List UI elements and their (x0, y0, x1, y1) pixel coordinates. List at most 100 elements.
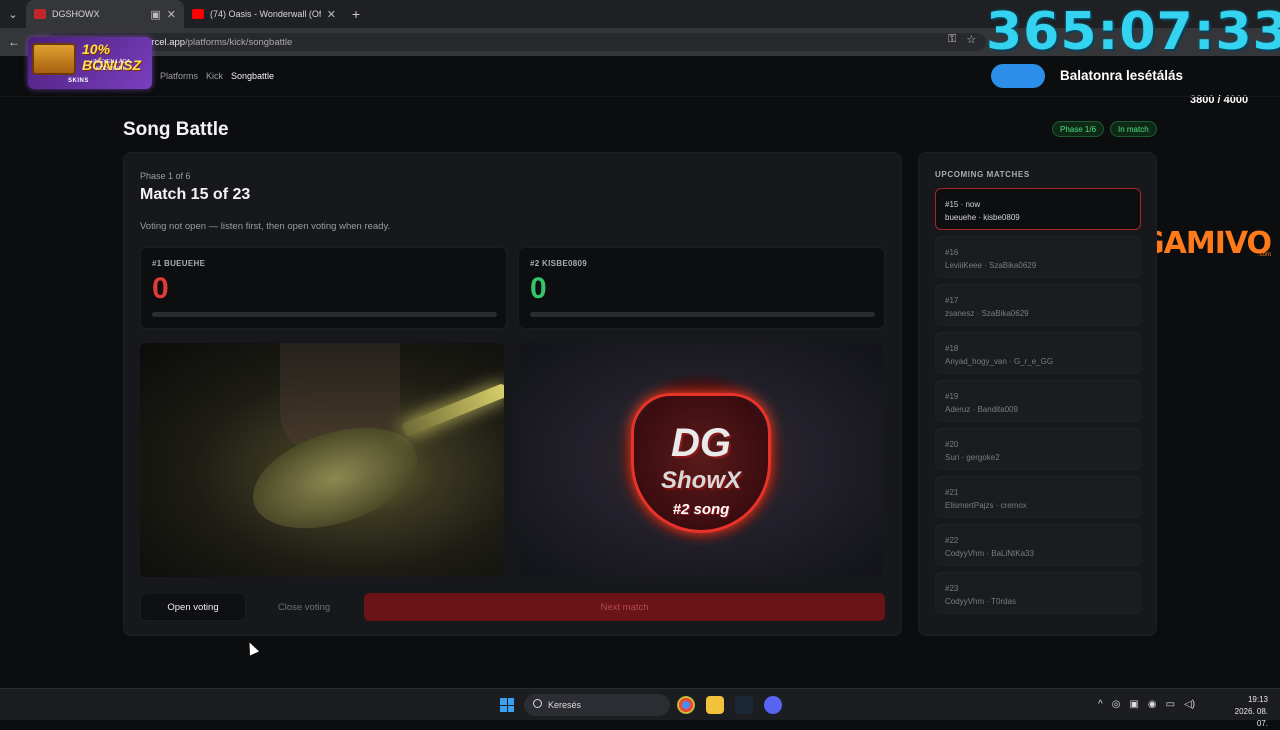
promo-banner: 10% BÓNUSZ +INGYEN LÁDA KÓD: SURI SKINS (28, 37, 152, 89)
match-pair: bueuehe · kisbe0809 (945, 213, 1020, 222)
breadcrumb-songbattle: Songbattle (231, 71, 275, 81)
match-number: #22 (945, 536, 959, 545)
match-pair: ElismertPajzs · cremox (945, 501, 1027, 510)
tab-oasis[interactable]: (74) Oasis - Wonderwall (Officia ✕ (184, 0, 344, 28)
sponsor-logo: GAMIVO (1140, 226, 1272, 261)
contestant-1-card: #1 BUEUEHE 0 (140, 247, 507, 329)
tab-title: (74) Oasis - Wonderwall (Officia (210, 9, 321, 19)
upcoming-match-item[interactable]: #20 Suri · gergoke2 (935, 428, 1141, 470)
breadcrumb-kick[interactable]: Kick (206, 71, 223, 81)
logo-sub-text: #2 song (672, 501, 730, 518)
match-pair: CodyyVhm · BaLiNtKa33 (945, 549, 1034, 558)
tab-dgshowx[interactable]: DGSHOWX ▣ ✕ (26, 0, 184, 28)
tab-search-chevron-icon[interactable]: ⌄ (0, 0, 26, 28)
match-number: #17 (945, 296, 959, 305)
new-tab-button[interactable]: + (344, 6, 368, 22)
mouse-cursor-icon (244, 640, 260, 656)
sponsor-logo-sub: .com (1258, 252, 1272, 258)
promo-subtext: +INGYEN LÁDA KÓD: SURI (90, 59, 131, 72)
key-icon[interactable]: ⚿ (948, 33, 956, 46)
upcoming-match-item[interactable]: #22 CodyyVhm · BaLiNtKa33 (935, 524, 1141, 566)
tab-title: DGSHOWX (52, 9, 100, 19)
upcoming-match-item[interactable]: #23 CodyyVhm · T0rdas (935, 572, 1141, 614)
match-title: Match 15 of 23 (140, 186, 251, 203)
taskbar-search[interactable]: Keresés (524, 694, 670, 716)
match-number: #16 (945, 248, 959, 257)
upcoming-match-item[interactable]: #18 Anyad_hogy_van · G_r_e_GG (935, 332, 1141, 374)
url-path: /platforms/kick/songbattle (185, 36, 293, 48)
treasure-chest-icon (32, 43, 76, 75)
back-arrow-icon[interactable]: ← (8, 35, 26, 49)
upcoming-matches-panel: UPCOMING MATCHES #15 · now bueuehe · kis… (918, 152, 1157, 636)
taskbar-clock[interactable]: 19:13 2026. 08. 07. (1222, 694, 1268, 730)
windows-taskbar: Keresés ^ ◎ ▣ ◉ ▭ ◁) 19:13 2026. 08. 07. (0, 688, 1280, 728)
open-voting-button[interactable]: Open voting (140, 593, 246, 621)
guitar-neck-image (401, 382, 504, 438)
header-divider (0, 96, 1280, 97)
match-number: #20 (945, 440, 959, 449)
upcoming-match-item[interactable]: #15 · now bueuehe · kisbe0809 (935, 188, 1141, 230)
match-pair: CodyyVhm · T0rdas (945, 597, 1016, 606)
network-icon[interactable]: ▭ (1166, 699, 1175, 710)
system-tray: ^ ◎ ▣ ◉ ▭ ◁) (1098, 699, 1195, 710)
contestant-1-score: 0 (152, 272, 169, 305)
contestant-1-video[interactable] (140, 343, 504, 577)
tray-steam-icon[interactable]: ◎ (1112, 699, 1121, 710)
contestant-2-video[interactable]: DG ShowX #2 song (519, 343, 883, 577)
youtube-favicon-icon (192, 9, 204, 19)
discord-taskbar-icon[interactable] (764, 696, 782, 714)
file-explorer-icon[interactable] (706, 696, 724, 714)
page-title: Song Battle (123, 119, 229, 140)
match-pair: Aderuz · Bandita009 (945, 405, 1018, 414)
match-number: #19 (945, 392, 959, 401)
match-pair: LeviiiKeee · SzaBika0629 (945, 261, 1037, 270)
match-number: #21 (945, 488, 959, 497)
voting-status-note: Voting not open — listen first, then ope… (140, 221, 391, 232)
dgshowx-logo: DG ShowX #2 song (619, 373, 783, 543)
contestant-2-vote-bar (530, 312, 875, 317)
contestant-1-vote-bar (152, 312, 497, 317)
breadcrumb: Platforms Kick Songbattle (160, 71, 274, 81)
match-number: #18 (945, 344, 959, 353)
logo-dg-text: DG (671, 421, 731, 465)
tab-media-icon[interactable]: ▣ (150, 8, 160, 21)
close-voting-button[interactable]: Close voting (251, 593, 357, 621)
close-tab-icon[interactable]: ✕ (327, 8, 336, 21)
match-pair: zsanesz · SzaBika0629 (945, 309, 1029, 318)
tray-discord-icon[interactable]: ◉ (1148, 699, 1157, 710)
stream-timer: 365:07:33 (986, 2, 1280, 62)
windows-start-icon[interactable] (500, 698, 514, 712)
upcoming-match-item[interactable]: #21 ElismertPajzs · cremox (935, 476, 1141, 518)
volume-icon[interactable]: ◁) (1184, 699, 1195, 710)
steam-taskbar-icon[interactable] (735, 696, 753, 714)
phase-badge: Phase 1/6 (1052, 121, 1105, 137)
match-number: #15 · now (945, 200, 981, 209)
contestant-2-score: 0 (530, 272, 547, 305)
tray-app-icon[interactable]: ▣ (1129, 699, 1138, 710)
taskbar-search-placeholder: Keresés (548, 700, 582, 710)
dgshowx-favicon-icon (34, 9, 46, 19)
match-number: #23 (945, 584, 959, 593)
clock-time: 19:13 (1247, 695, 1268, 704)
upcoming-match-item[interactable]: #19 Aderuz · Bandita009 (935, 380, 1141, 422)
chrome-taskbar-icon[interactable] (677, 696, 695, 714)
goal-title: Balatonra lesétálás (1060, 68, 1184, 83)
match-pair: Suri · gergoke2 (945, 453, 1000, 462)
contestant-1-label: #1 BUEUEHE (152, 259, 206, 268)
address-bar-icons: ⚿ ☆ (948, 33, 976, 46)
next-match-button[interactable]: Next match (364, 593, 885, 621)
breadcrumb-platforms[interactable]: Platforms (160, 71, 198, 81)
contestant-2-label: #2 KISBE0809 (530, 259, 587, 268)
match-panel: Phase 1 of 6 Match 15 of 23 Voting not o… (123, 152, 902, 636)
tray-chevron-up-icon[interactable]: ^ (1098, 699, 1103, 710)
upcoming-match-item[interactable]: #17 zsanesz · SzaBika0629 (935, 284, 1141, 326)
search-icon (533, 699, 542, 708)
upcoming-match-item[interactable]: #16 LeviiiKeee · SzaBika0629 (935, 236, 1141, 278)
close-tab-icon[interactable]: ✕ (167, 8, 176, 21)
upcoming-title: UPCOMING MATCHES (935, 170, 1030, 179)
logo-show-text: ShowX (660, 467, 741, 494)
url-field[interactable]: ercel.app/platforms/kick/songbattle (46, 33, 986, 51)
match-pair: Anyad_hogy_van · G_r_e_GG (945, 357, 1054, 366)
contestant-2-card: #2 KISBE0809 0 (518, 247, 885, 329)
bookmark-star-icon[interactable]: ☆ (966, 33, 976, 46)
